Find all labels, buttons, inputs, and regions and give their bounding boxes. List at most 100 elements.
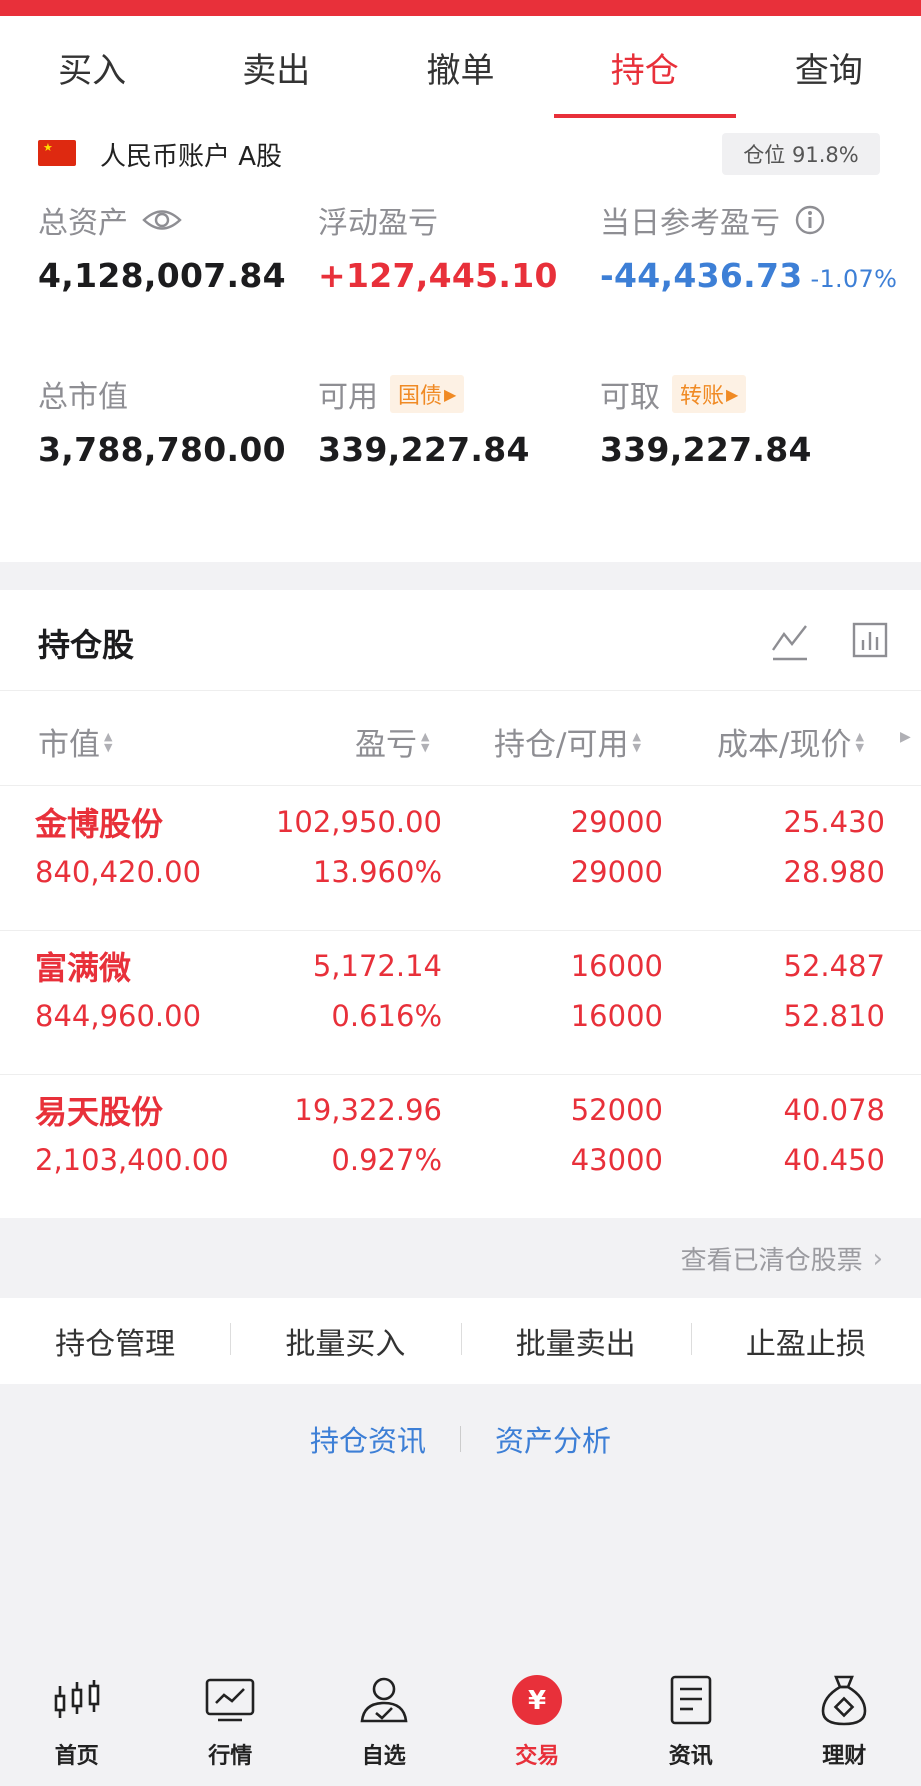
stock-price: 28.980 (783, 855, 885, 889)
stock-hold-qty: 16000 (570, 949, 663, 983)
withdrawable-label: 可取 (600, 380, 660, 415)
column-pnl[interactable]: 盈亏 ▲ ▼ (355, 719, 429, 764)
stock-name: 金博股份 (35, 805, 164, 843)
stock-market-value: 840,420.00 (35, 855, 202, 889)
column-hold-available[interactable]: 持仓/可用 ▲ ▼ (494, 719, 641, 764)
day-pnl: 当日参考盈亏 -44,436.73 -1.07% (600, 198, 897, 295)
status-bar (0, 0, 921, 16)
withdrawable-funds: 可取 转账 ▶ 339,227.84 (600, 372, 812, 469)
sort-icon: ▲ ▼ (104, 729, 113, 754)
column-cost-price[interactable]: 成本/现价 ▲ ▼ (717, 719, 864, 764)
total-assets-label: 总资产 (38, 206, 128, 241)
info-links: 持仓资讯 资产分析 (0, 1384, 921, 1494)
account-name: 人民币账户 A股 (100, 142, 283, 172)
stock-market-value: 2,103,400.00 (35, 1143, 229, 1177)
holdings-section: 持仓股 市值 ▲ ▼ 盈亏 ▲ ▼ 持仓/可用 ▲ ▼ 成本/现价 ▲ ▼ ▶ 金博股份 840… (0, 590, 921, 1218)
sort-icon: ▲ ▼ (421, 729, 430, 754)
bottom-nav: 首页 行情 自选 ¥ 交易 资讯 理财 (0, 1656, 921, 1786)
day-pnl-label: 当日参考盈亏 (600, 206, 780, 241)
nav-wealth[interactable]: 理财 (768, 1656, 921, 1786)
total-assets-value: 4,128,007.84 (38, 256, 286, 295)
yuan-circle-icon: ¥ (511, 1670, 563, 1730)
info-icon[interactable] (794, 204, 826, 236)
day-pnl-percent: -1.07% (810, 265, 898, 293)
stop-profit-loss-button[interactable]: 止盈止损 (690, 1319, 921, 1363)
withdrawable-value: 339,227.84 (600, 430, 812, 469)
chevron-right-icon: › (872, 1243, 883, 1274)
tab-holdings[interactable]: 持仓 (553, 16, 737, 118)
china-flag-icon: ★ (38, 140, 76, 166)
nav-news[interactable]: 资讯 (614, 1656, 768, 1786)
floating-pnl-value: +127,445.10 (318, 256, 558, 295)
tab-sell[interactable]: 卖出 (184, 16, 368, 118)
nav-watchlist[interactable]: 自选 (307, 1656, 461, 1786)
holding-row[interactable]: 金博股份 840,420.00 102,950.00 13.960% 29000… (0, 787, 921, 931)
scroll-right-icon[interactable]: ▶ (900, 729, 911, 745)
stock-name: 易天股份 (35, 1093, 164, 1131)
stock-pnl: 19,322.96 (294, 1093, 442, 1127)
asset-analysis-link[interactable]: 资产分析 (495, 1418, 611, 1460)
batch-sell-button[interactable]: 批量卖出 (460, 1319, 691, 1363)
candlestick-icon (52, 1670, 102, 1730)
holdings-title: 持仓股 (38, 626, 135, 664)
stock-available-qty: 16000 (570, 999, 663, 1033)
eye-icon[interactable] (142, 207, 182, 233)
batch-buy-button[interactable]: 批量买入 (230, 1319, 460, 1363)
document-icon (669, 1670, 713, 1730)
stock-pnl-percent: 13.960% (312, 855, 442, 889)
available-funds: 可用 国债 ▶ 339,227.84 (318, 372, 530, 469)
market-value: 总市值 3,788,780.00 (38, 372, 286, 469)
holding-row[interactable]: 易天股份 2,103,400.00 19,322.96 0.927% 52000… (0, 1075, 921, 1219)
stock-hold-qty: 29000 (570, 805, 663, 839)
stock-price: 40.450 (783, 1143, 885, 1177)
trade-tabs: 买入 卖出 撤单 持仓 查询 (0, 16, 921, 118)
sort-icon: ▲ ▼ (632, 729, 641, 754)
nav-home[interactable]: 首页 (0, 1656, 154, 1786)
stock-cost: 52.487 (783, 949, 885, 983)
triangle-right-icon: ▶ (444, 384, 457, 404)
cleared-stocks-bar: 查看已清仓股票 › (0, 1218, 921, 1298)
floating-pnl-label: 浮动盈亏 (318, 206, 438, 241)
stock-pnl: 102,950.00 (275, 805, 442, 839)
nav-market[interactable]: 行情 (154, 1656, 308, 1786)
holding-row[interactable]: 富满微 844,960.00 5,172.14 0.616% 16000 160… (0, 931, 921, 1075)
treasury-bond-tag[interactable]: 国债 ▶ (390, 375, 465, 413)
available-label: 可用 (318, 380, 378, 415)
holdings-column-header: 市值 ▲ ▼ 盈亏 ▲ ▼ 持仓/可用 ▲ ▼ 成本/现价 ▲ ▼ ▶ (0, 690, 921, 786)
bar-chart-icon[interactable] (850, 620, 890, 664)
chart-monitor-icon (204, 1670, 256, 1730)
available-value: 339,227.84 (318, 430, 530, 469)
market-value-label: 总市值 (38, 380, 128, 415)
manage-holdings-button[interactable]: 持仓管理 (0, 1319, 230, 1363)
money-bag-icon (819, 1670, 869, 1730)
column-market-value[interactable]: 市值 ▲ ▼ (38, 719, 112, 764)
account-row: ★ 人民币账户 A股 仓位 91.8% (0, 124, 921, 182)
stock-name: 富满微 (35, 949, 132, 987)
line-chart-icon[interactable] (770, 622, 810, 666)
stock-price: 52.810 (783, 999, 885, 1033)
holdings-action-bar: 持仓管理 批量买入 批量卖出 止盈止损 (0, 1298, 921, 1384)
nav-trade[interactable]: ¥ 交易 (461, 1656, 615, 1786)
svg-text:¥: ¥ (528, 1686, 546, 1716)
day-pnl-value: -44,436.73 (600, 256, 803, 295)
stock-pnl-percent: 0.616% (331, 999, 442, 1033)
transfer-tag[interactable]: 转账 ▶ (672, 375, 747, 413)
view-cleared-stocks-link[interactable]: 查看已清仓股票 › (681, 1240, 883, 1277)
holdings-news-link[interactable]: 持仓资讯 (310, 1418, 426, 1460)
position-ratio-badge: 仓位 91.8% (722, 133, 880, 175)
tab-query[interactable]: 查询 (737, 16, 921, 118)
stock-hold-qty: 52000 (570, 1093, 663, 1127)
stock-available-qty: 43000 (570, 1143, 663, 1177)
triangle-right-icon: ▶ (726, 384, 739, 404)
stock-cost: 25.430 (783, 805, 885, 839)
tab-cancel-order[interactable]: 撤单 (368, 16, 552, 118)
sort-icon: ▲ ▼ (855, 729, 864, 754)
user-check-icon (358, 1670, 410, 1730)
market-value-amount: 3,788,780.00 (38, 430, 286, 469)
stock-pnl-percent: 0.927% (331, 1143, 442, 1177)
stock-pnl: 5,172.14 (312, 949, 442, 983)
stock-market-value: 844,960.00 (35, 999, 202, 1033)
stock-available-qty: 29000 (570, 855, 663, 889)
floating-pnl: 浮动盈亏 +127,445.10 (318, 198, 558, 295)
tab-buy[interactable]: 买入 (0, 16, 184, 118)
